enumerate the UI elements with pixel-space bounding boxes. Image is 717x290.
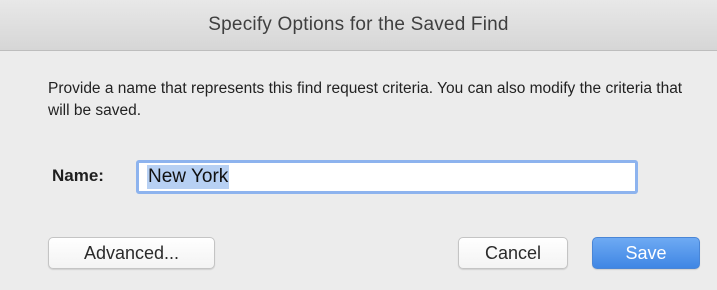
dialog-description: Provide a name that represents this find…: [48, 80, 683, 119]
name-field[interactable]: New York: [136, 160, 638, 194]
cancel-button[interactable]: Cancel: [458, 237, 568, 269]
save-button[interactable]: Save: [592, 237, 700, 269]
dialog-titlebar: Specify Options for the Saved Find: [0, 0, 717, 51]
advanced-button[interactable]: Advanced...: [48, 237, 215, 269]
name-input-selected-text: New York: [147, 165, 230, 189]
name-label: Name:: [52, 166, 104, 185]
dialog-title: Specify Options for the Saved Find: [208, 14, 509, 35]
saved-find-dialog: Specify Options for the Saved Find Provi…: [0, 0, 717, 290]
